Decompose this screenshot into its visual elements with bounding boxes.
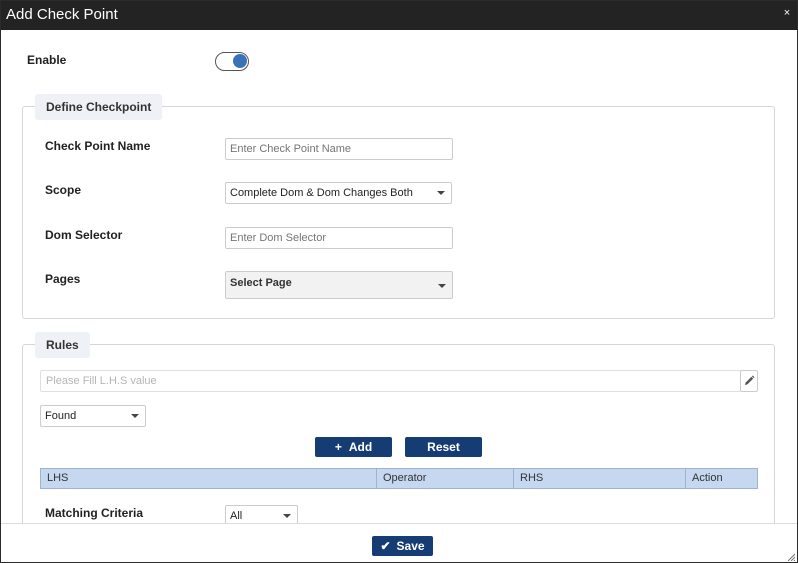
define-checkpoint-legend: Define Checkpoint xyxy=(35,94,163,120)
plus-icon: + xyxy=(334,440,342,454)
checkpoint-name-input[interactable] xyxy=(225,138,453,160)
lhs-input[interactable]: Please Fill L.H.S value xyxy=(40,370,741,392)
reset-button[interactable]: Reset xyxy=(405,437,482,457)
add-checkpoint-dialog: Add Check Point × Enable Define Checkpoi… xyxy=(0,0,798,563)
rules-legend: Rules xyxy=(35,332,90,358)
add-rule-button-label: Add xyxy=(348,440,373,454)
resize-handle-icon[interactable] xyxy=(787,553,795,561)
dom-selector-label: Dom Selector xyxy=(45,228,123,242)
scope-select[interactable]: Complete Dom & Dom Changes Both xyxy=(225,182,452,204)
edit-lhs-button[interactable] xyxy=(740,370,758,392)
dialog-titlebar: Add Check Point × xyxy=(1,1,797,30)
scope-label: Scope xyxy=(45,183,82,197)
add-rule-button[interactable]: + Add xyxy=(315,437,392,457)
save-button[interactable]: ✔ Save xyxy=(372,536,433,556)
pages-select-value: Select Page xyxy=(230,277,292,289)
column-header-rhs: RHS xyxy=(514,469,686,488)
column-header-lhs: LHS xyxy=(41,469,377,488)
close-icon[interactable]: × xyxy=(781,7,793,19)
checkpoint-name-label: Check Point Name xyxy=(45,139,151,153)
dialog-footer: ✔ Save xyxy=(1,523,797,562)
toggle-knob xyxy=(233,54,247,68)
check-icon: ✔ xyxy=(380,539,391,553)
pages-label: Pages xyxy=(45,272,81,286)
chevron-down-icon xyxy=(283,514,291,518)
enable-toggle[interactable] xyxy=(215,52,249,71)
chevron-down-icon xyxy=(438,284,446,288)
matching-criteria-value: All xyxy=(230,510,243,522)
chevron-down-icon xyxy=(437,191,445,195)
scope-select-value: Complete Dom & Dom Changes Both xyxy=(230,187,413,199)
operator-select-value: Found xyxy=(45,410,77,422)
dialog-title: Add Check Point xyxy=(6,6,118,23)
pages-select[interactable]: Select Page xyxy=(225,271,453,299)
operator-select[interactable]: Found xyxy=(40,405,146,427)
dom-selector-input[interactable] xyxy=(225,227,453,249)
enable-label: Enable xyxy=(27,53,67,67)
column-header-action: Action xyxy=(692,472,723,484)
save-button-label: Save xyxy=(396,539,425,553)
chevron-down-icon xyxy=(131,414,139,418)
column-header-operator: Operator xyxy=(377,469,514,488)
rules-table-header: LHS Operator RHS Action xyxy=(40,468,758,489)
matching-criteria-label: Matching Criteria xyxy=(45,506,144,520)
pencil-icon xyxy=(745,375,755,385)
